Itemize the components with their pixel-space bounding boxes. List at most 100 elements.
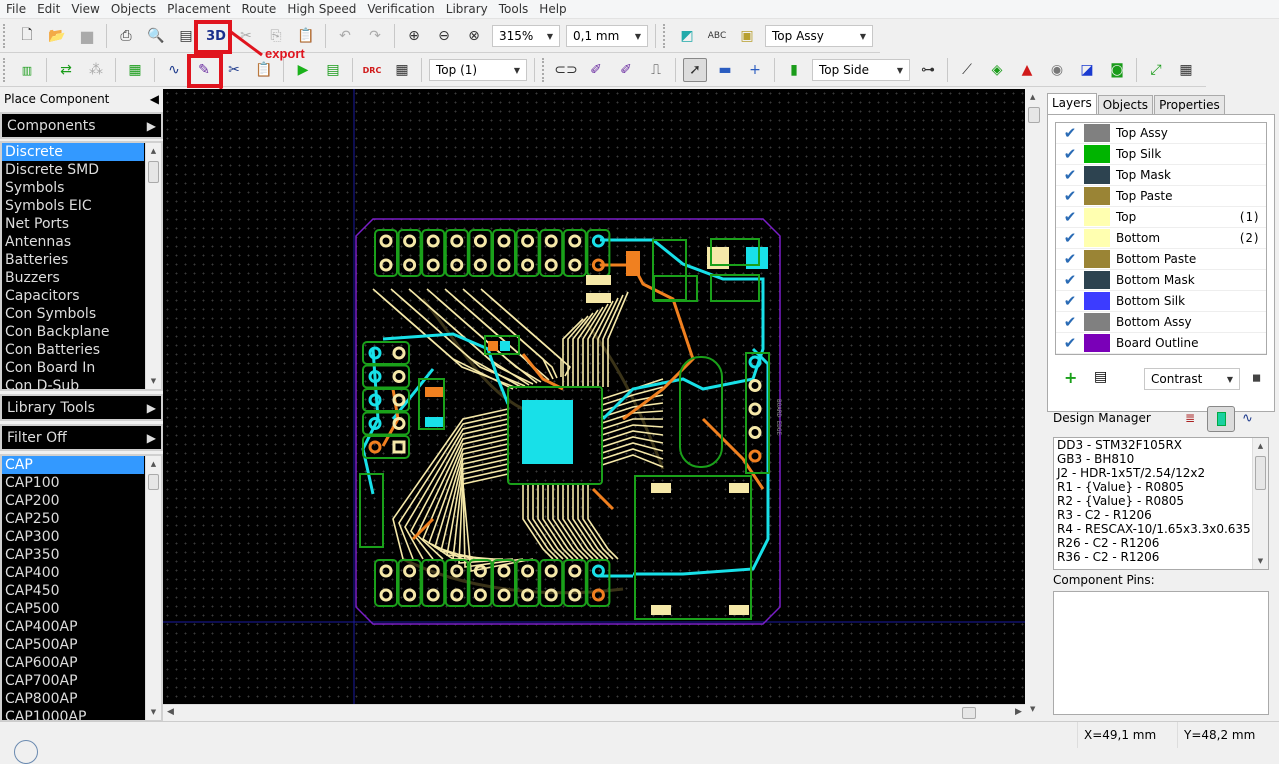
scroll-right-icon[interactable]: ▶ (1015, 707, 1022, 717)
picture-icon[interactable]: ▣ (735, 24, 759, 48)
sort-list-icon[interactable]: ≣ (1185, 411, 1195, 425)
visible-checkbox[interactable]: ✔ (1056, 271, 1084, 289)
layer-row[interactable]: ✔ Bottom Assy (1056, 312, 1266, 333)
layer-color-swatch[interactable] (1084, 187, 1110, 205)
component-group-item[interactable]: Batteries (2, 251, 144, 269)
tab-layers[interactable]: Layers (1047, 93, 1097, 114)
tab-properties[interactable]: Properties (1154, 95, 1225, 114)
drc-report-icon[interactable]: ▦ (390, 58, 414, 82)
layer-row[interactable]: ✔ Top Paste (1056, 186, 1266, 207)
layer-props-icon[interactable]: ◩ (675, 24, 699, 48)
component-group-item[interactable]: Symbols EIC (2, 197, 144, 215)
part-item[interactable]: CAP450 (2, 582, 144, 600)
layer-color-swatch[interactable] (1084, 271, 1110, 289)
design-item[interactable]: R1 - {Value} - R0805 (1054, 480, 1268, 494)
canvas-vertical-scrollbar[interactable]: ▲ ▼ (1025, 89, 1043, 721)
part-item[interactable]: CAP600AP (2, 654, 144, 672)
tab-objects[interactable]: Objects (1097, 95, 1154, 114)
component-group-item[interactable]: Net Ports (2, 215, 144, 233)
component-groups-list[interactable]: Discrete Discrete SMD Symbols Symbols EIC Ne… (0, 141, 163, 391)
contrast-icon[interactable]: ◼ (1252, 371, 1261, 384)
part-item[interactable]: CAP500 (2, 600, 144, 618)
pcb-canvas[interactable]: BOARD EDGE (163, 89, 1025, 704)
design-item[interactable]: R26 - C2 - R1206 (1054, 536, 1268, 550)
visible-checkbox[interactable]: ✔ (1056, 292, 1084, 310)
zoom-out-icon[interactable]: ⊖ (432, 24, 456, 48)
visible-checkbox[interactable]: ✔ (1056, 208, 1084, 226)
hole-icon[interactable]: ◉ (1045, 58, 1069, 82)
menu-tools[interactable]: Tools (493, 2, 534, 16)
nets-view-icon[interactable]: ∿ (1242, 411, 1253, 426)
scroll-up-icon[interactable]: ▲ (146, 143, 161, 159)
part-item[interactable]: CAP400AP (2, 618, 144, 636)
menu-help[interactable]: Help (533, 2, 571, 16)
component-group-item[interactable]: Con Board In (2, 359, 144, 377)
layer-color-swatch[interactable] (1084, 334, 1110, 352)
grid-icon[interactable]: ▦ (1174, 58, 1198, 82)
layer-color-swatch[interactable] (1084, 208, 1110, 226)
text-icon[interactable]: ABC (705, 24, 729, 48)
layer-color-swatch[interactable] (1084, 124, 1110, 142)
visible-checkbox[interactable]: ✔ (1056, 250, 1084, 268)
part-item[interactable]: CAP400 (2, 564, 144, 582)
layer-row[interactable]: ✔ Top Assy (1056, 123, 1266, 144)
component-group-item[interactable]: Capacitors (2, 287, 144, 305)
canvas-horizontal-scrollbar[interactable]: ◀ ▶ (163, 704, 1025, 721)
design-item[interactable]: GB3 - BH810 (1054, 452, 1268, 466)
keepout-icon[interactable]: ◙ (1105, 58, 1129, 82)
part-item[interactable]: CAP1000AP (2, 708, 144, 720)
component-group-item[interactable]: Antennas (2, 233, 144, 251)
part-item[interactable]: CAP350 (2, 546, 144, 564)
grid-select[interactable]: 0,1 mm ▼ (566, 25, 648, 47)
via-icon[interactable]: ◈ (985, 58, 1009, 82)
design-item[interactable]: R4 - RESCAX-10/1.65x3.3x0.635 (1054, 522, 1268, 536)
connect-icon[interactable]: ⊂⊃ (554, 58, 578, 82)
redo-icon[interactable]: ↷ (363, 24, 387, 48)
layer-row[interactable]: ✔ Top Silk (1056, 144, 1266, 165)
collapse-panel-icon[interactable]: ◀ (150, 92, 159, 106)
trace-edit-icon[interactable]: ✐ (584, 58, 608, 82)
scroll-left-icon[interactable]: ◀ (167, 707, 174, 717)
components-view-button[interactable] (1207, 406, 1235, 432)
component-group-item[interactable]: Discrete SMD (2, 161, 144, 179)
active-layer-select[interactable]: Top (1) ▼ (429, 59, 527, 81)
components-dropdown[interactable]: Components ▶ (0, 112, 163, 139)
zoom-in-icon[interactable]: ⊕ (402, 24, 426, 48)
component-group-item[interactable]: Discrete (2, 143, 144, 161)
layer-settings-icon[interactable]: ▤ (1094, 369, 1107, 385)
design-item[interactable]: R2 - {Value} - R0805 (1054, 494, 1268, 508)
layer-color-swatch[interactable] (1084, 229, 1110, 247)
design-manager-list[interactable]: DD3 - STM32F105RX GB3 - BH810 J2 - HDR-1x5… (1053, 437, 1269, 570)
groups-scrollbar[interactable]: ▲ ▼ (145, 143, 161, 389)
part-item[interactable]: CAP (2, 456, 144, 474)
scroll-thumb[interactable] (1028, 107, 1040, 123)
visible-checkbox[interactable]: ✔ (1056, 313, 1084, 331)
layer-row[interactable]: ✔ Bottom (2) (1056, 228, 1266, 249)
trace-edit2-icon[interactable]: ✐ (614, 58, 638, 82)
arc-icon[interactable]: ▲ (1015, 58, 1039, 82)
library-tools-dropdown[interactable]: Library Tools ▶ (0, 394, 163, 421)
layer-row[interactable]: ✔ Top (1) (1056, 207, 1266, 228)
visible-checkbox[interactable]: ✔ (1056, 334, 1084, 352)
part-item[interactable]: CAP200 (2, 492, 144, 510)
polygon-icon[interactable]: ◪ (1075, 58, 1099, 82)
layer-row[interactable]: ✔ Board Outline (1056, 333, 1266, 354)
layer-color-swatch[interactable] (1084, 145, 1110, 163)
design-item[interactable]: DD3 - STM32F105RX (1054, 438, 1268, 452)
part-item[interactable]: CAP500AP (2, 636, 144, 654)
side-select[interactable]: Top Side ▼ (812, 59, 910, 81)
layer-row[interactable]: ✔ Bottom Silk (1056, 291, 1266, 312)
pad-icon[interactable]: ⎍ (644, 58, 668, 82)
scroll-up-icon[interactable]: ▲ (1030, 93, 1035, 101)
numbering-icon[interactable]: ▬ (713, 58, 737, 82)
design-item[interactable]: R36 - C2 - R1206 (1054, 550, 1268, 564)
layer-row[interactable]: ✔ Bottom Paste (1056, 249, 1266, 270)
scroll-up-icon[interactable]: ▲ (1253, 438, 1268, 454)
dm-scrollbar[interactable]: ▲ ▼ (1252, 438, 1268, 569)
layer-row[interactable]: ✔ Top Mask (1056, 165, 1266, 186)
parts-scrollbar[interactable]: ▲ ▼ (145, 456, 161, 720)
menu-library[interactable]: Library (440, 2, 493, 16)
scroll-up-icon[interactable]: ▲ (146, 456, 161, 472)
line-icon[interactable]: ⟋ (955, 58, 979, 82)
part-item[interactable]: CAP700AP (2, 672, 144, 690)
